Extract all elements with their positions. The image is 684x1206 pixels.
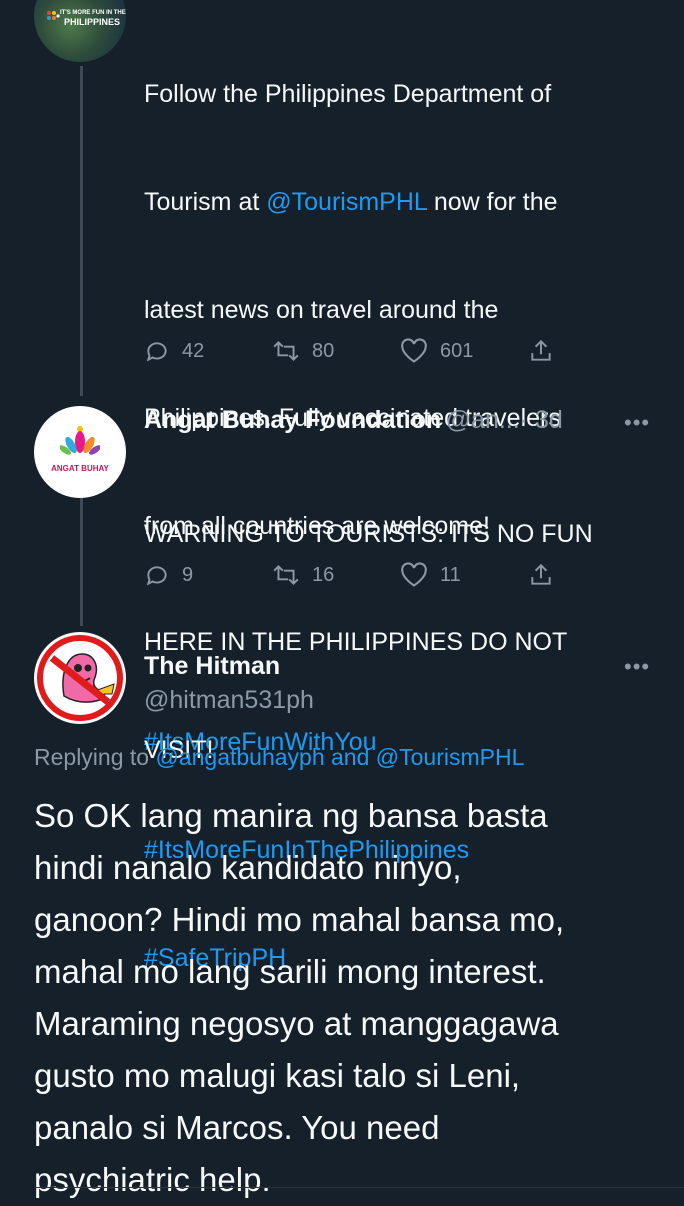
user-handle[interactable]: @an...	[446, 406, 520, 434]
timestamp[interactable]: · 3d	[520, 406, 563, 434]
retweet-icon	[273, 565, 299, 585]
tweet-line: ganoon? Hindi mo mahal bansa mo,	[34, 901, 565, 938]
reply-count: 42	[182, 339, 205, 362]
like-count: 11	[440, 563, 461, 586]
avatar-tourism[interactable]: IT'S MORE FUN IN THE PHILIPPINES	[34, 0, 126, 62]
reply-button[interactable]: 42	[144, 338, 272, 364]
tweet-actions: 9 16 11	[144, 562, 554, 588]
thread-line-2	[80, 492, 83, 626]
retweet-count: 80	[312, 339, 335, 362]
share-icon	[531, 563, 551, 585]
tweet-line: Maraming negosyo at manggagawa	[34, 1005, 559, 1042]
display-name[interactable]: The Hitman	[144, 652, 280, 681]
tweet-line: gusto mo malugi kasi talo si Leni,	[34, 1057, 521, 1094]
like-button[interactable]: 601	[400, 338, 528, 364]
tweet-line-mention: Tourism at @TourismPHL now for the	[144, 188, 558, 216]
reply-icon	[146, 342, 167, 362]
avatar-angat-buhay[interactable]: ANGAT BUHAY	[34, 406, 126, 498]
retweet-count: 16	[312, 563, 335, 586]
display-name[interactable]: Angat Buhay Foundation	[144, 406, 441, 434]
tweet-line: hindi nanalo kandidato ninyo,	[34, 849, 462, 886]
share-button[interactable]	[528, 338, 554, 364]
like-count: 601	[440, 339, 474, 362]
more-options-icon[interactable]: •••	[624, 654, 650, 680]
retweet-button[interactable]: 80	[272, 338, 400, 364]
avatar-label: ANGAT BUHAY	[51, 464, 109, 473]
retweet-button[interactable]: 16	[272, 562, 400, 588]
divider	[34, 1187, 684, 1188]
tweet-body-large: So OK lang manira ng bansa basta hindi n…	[34, 790, 674, 1206]
tweet-actions: 42 80 601	[144, 338, 554, 364]
share-icon	[531, 339, 551, 361]
reply-button[interactable]: 9	[144, 562, 272, 588]
thread-line-1	[80, 66, 83, 396]
like-button[interactable]: 11	[400, 562, 528, 588]
avatar-text-main: PHILIPPINES	[64, 17, 121, 27]
tweet-header: Angat Buhay Foundation @an...· 3d	[144, 406, 614, 435]
share-button[interactable]	[528, 562, 554, 588]
avatar-hitman[interactable]	[34, 632, 126, 724]
reply-count: 9	[182, 563, 194, 586]
user-handle[interactable]: @hitman531ph	[144, 686, 314, 715]
mention-link[interactable]: @TourismPHL	[266, 188, 427, 216]
tweet-line: WARNING TO TOURISTS: ITS NO FUN	[144, 520, 593, 548]
reply-icon	[146, 566, 167, 586]
ghostbusters-logo-icon	[37, 635, 123, 721]
tweet-line: Follow the Philippines Department of	[144, 80, 552, 108]
mention-link[interactable]: @angatbuhayph	[155, 744, 324, 770]
avatar-text-top: IT'S MORE FUN IN THE	[60, 10, 126, 16]
avatar-logo-mark	[46, 10, 60, 24]
mention-link[interactable]: @TourismPHL	[376, 744, 525, 770]
retweet-icon	[273, 341, 299, 361]
tweet-line: latest news on travel around the	[144, 296, 499, 324]
more-options-icon[interactable]: •••	[624, 410, 650, 436]
tweet-line: mahal mo lang sarili mong interest.	[34, 953, 546, 990]
tweet-body: WARNING TO TOURISTS: ITS NO FUN HERE IN …	[144, 444, 664, 840]
tweet-line: panalo si Marcos. You need	[34, 1109, 440, 1146]
tweet-line: psychiatric help.	[34, 1161, 271, 1198]
lotus-logo-icon	[60, 426, 100, 455]
replying-to: Replying to @angatbuhayph and @TourismPH…	[34, 744, 525, 770]
heart-icon	[401, 338, 427, 363]
heart-icon	[401, 562, 427, 587]
tweet-line: So OK lang manira ng bansa basta	[34, 797, 548, 834]
